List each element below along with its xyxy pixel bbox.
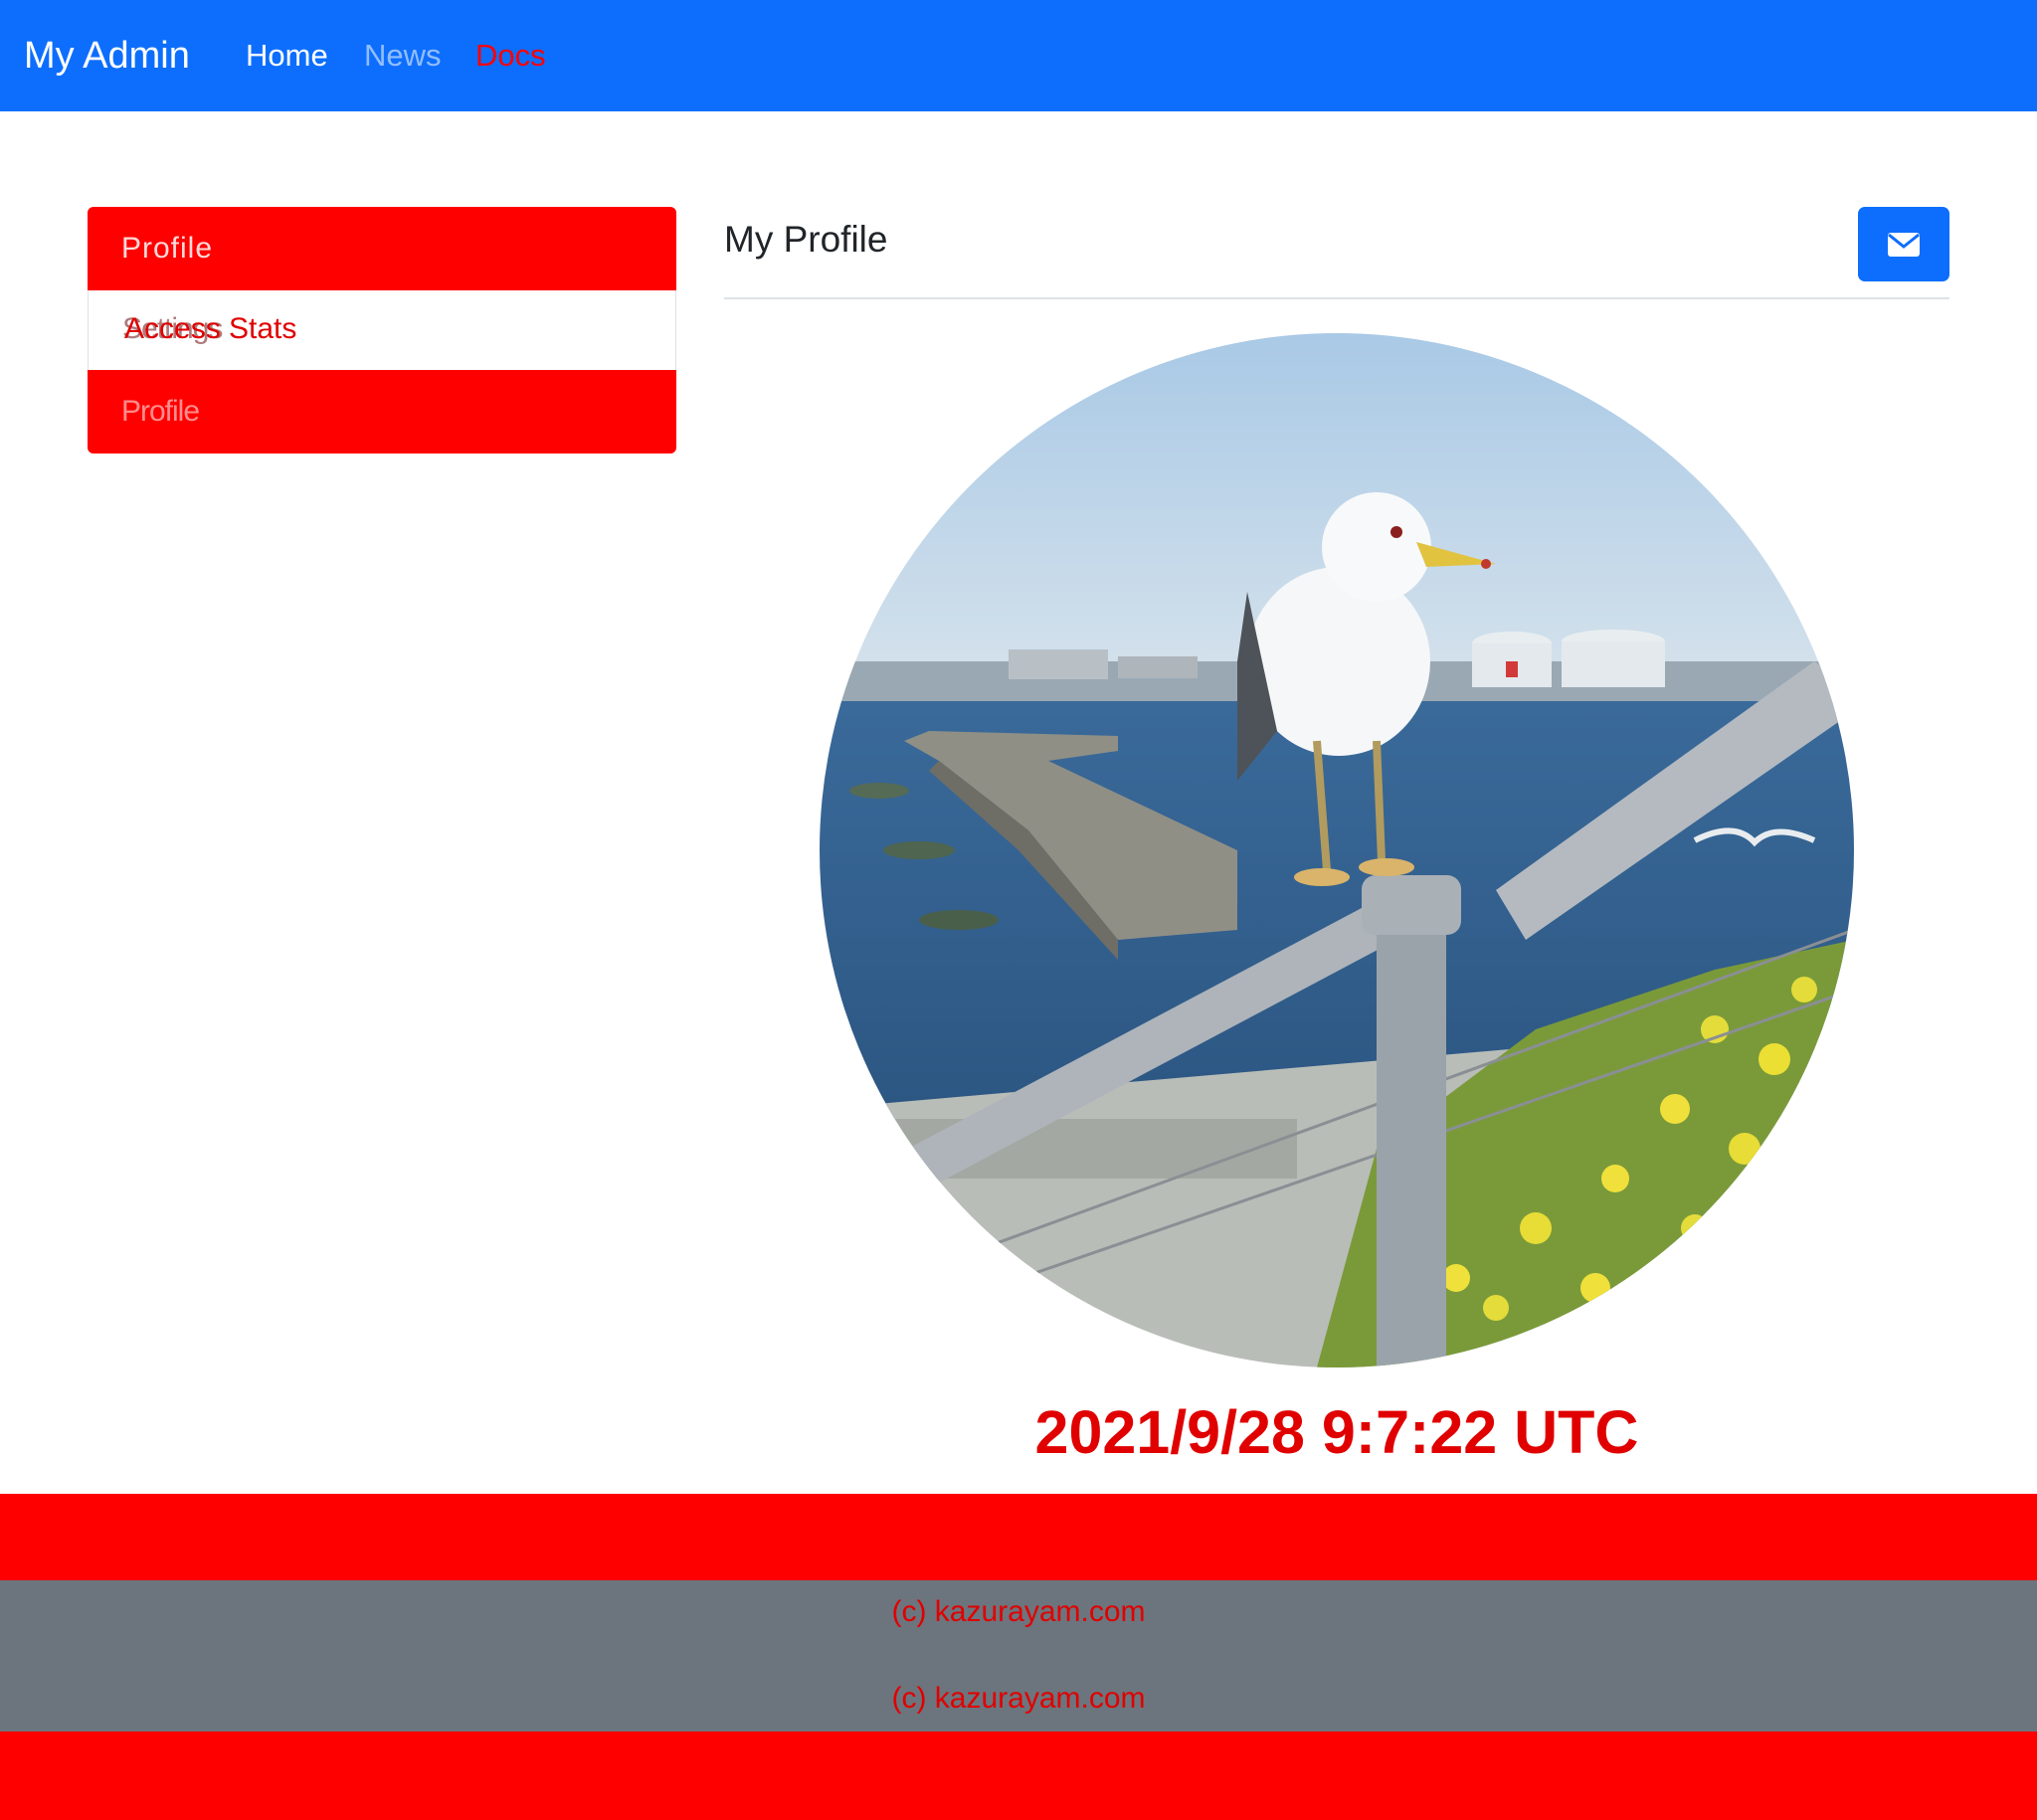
profile-photo [820,333,1854,1367]
footer-band-top [0,1494,2037,1580]
sidebar-item-profile-2[interactable]: Profile [88,370,676,454]
nav-link-news[interactable]: News [364,0,442,111]
sidebar-list-group: Profile Settings Access Stats Profile [88,207,676,454]
sidebar-item-profile[interactable]: Profile [88,207,676,290]
copyright-text: (c) kazurayam.com [891,1595,1146,1628]
mail-button[interactable] [1858,207,1949,281]
timestamp: 2021/9/28 9:7:22 UTC [1034,1398,1639,1466]
sidebar-item-label: Profile [121,395,200,428]
sidebar-item-access-stats-label[interactable]: Access Stats [124,312,296,346]
nav-link-docs[interactable]: Docs [475,0,546,111]
nav-link-home[interactable]: Home [246,0,328,111]
sidebar-item-settings[interactable]: Settings Access Stats [88,290,676,370]
brand-title[interactable]: My Admin [24,0,190,111]
envelope-icon [1888,232,1920,257]
header-divider [724,297,1949,299]
sidebar-item-label: Profile [121,232,214,265]
top-navbar: My Admin Home News Docs [0,0,2037,111]
copyright-text-2: (c) kazurayam.com [891,1682,1146,1715]
footer-band-bottom [0,1731,2037,1820]
page-title: My Profile [724,219,888,260]
seagull-photo [820,333,1854,1367]
